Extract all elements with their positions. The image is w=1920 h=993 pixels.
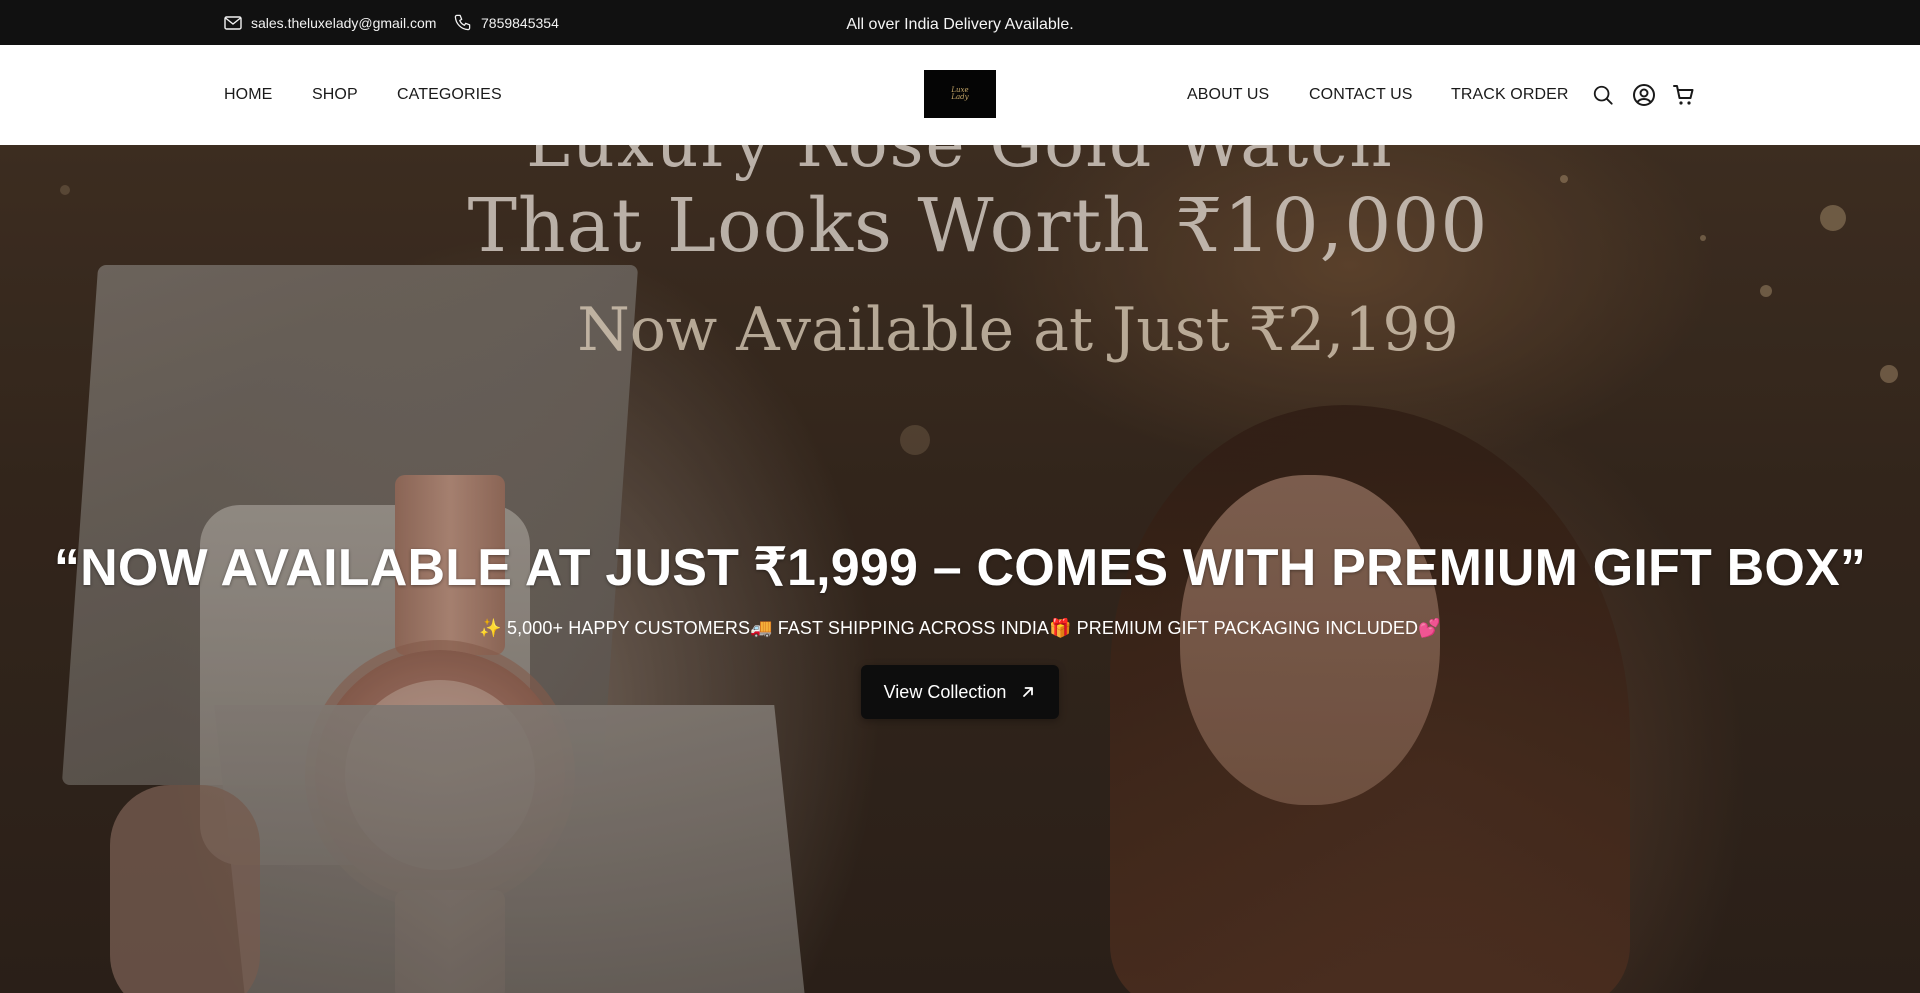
hero-banner: Luxury Rose Gold Watch That Looks Worth … [0, 145, 1920, 993]
announcement-bar: sales.theluxelady@gmail.com 7859845354 A… [0, 0, 1920, 45]
nav-categories[interactable]: CATEGORIES [397, 45, 502, 145]
arrow-up-right-icon [1023, 687, 1034, 697]
nav-contact-us[interactable]: CONTACT US [1309, 45, 1413, 145]
hero-image-text-line3: Now Available at Just ₹2,199 [577, 295, 1459, 365]
nav-shop[interactable]: SHOP [312, 45, 358, 145]
user-circle-icon [1633, 84, 1655, 106]
search-button[interactable] [1590, 82, 1616, 108]
view-collection-label: View Collection [883, 681, 1007, 702]
contact-phone-text: 7859845354 [481, 14, 559, 31]
contact-email[interactable]: sales.theluxelady@gmail.com [224, 0, 436, 45]
cart-icon [1673, 85, 1694, 105]
contact-email-text: sales.theluxelady@gmail.com [251, 14, 437, 31]
cart-button[interactable] [1671, 82, 1697, 108]
hero-headline: “NOW AVAILABLE AT JUST ₹1,999 – COMES WI… [53, 539, 1867, 597]
account-button[interactable] [1631, 82, 1657, 108]
site-logo[interactable]: Luxe Lady [924, 70, 996, 118]
contact-phone[interactable]: 7859845354 [453, 0, 559, 45]
view-collection-button[interactable]: View Collection [861, 665, 1059, 719]
phone-icon [454, 14, 471, 31]
hero-subline: ✨ 5,000+ HAPPY CUSTOMERS🚚 FAST SHIPPING … [479, 618, 1441, 638]
site-header: HOME SHOP CATEGORIES Luxe Lady ABOUT US … [0, 45, 1920, 145]
nav-home[interactable]: HOME [224, 45, 272, 145]
hero-image-text-line2: That Looks Worth ₹10,000 [467, 183, 1489, 269]
nav-about-us[interactable]: ABOUT US [1187, 45, 1269, 145]
search-icon [1593, 85, 1613, 105]
mail-icon [224, 15, 242, 30]
hero-image-text-line1: Luxury Rose Gold Watch [0, 145, 1920, 182]
delivery-announcement-text: All over India Delivery Available. [846, 16, 1074, 33]
logo-wordmark: Luxe Lady [951, 86, 969, 101]
nav-track-order[interactable]: TRACK ORDER [1451, 45, 1569, 145]
